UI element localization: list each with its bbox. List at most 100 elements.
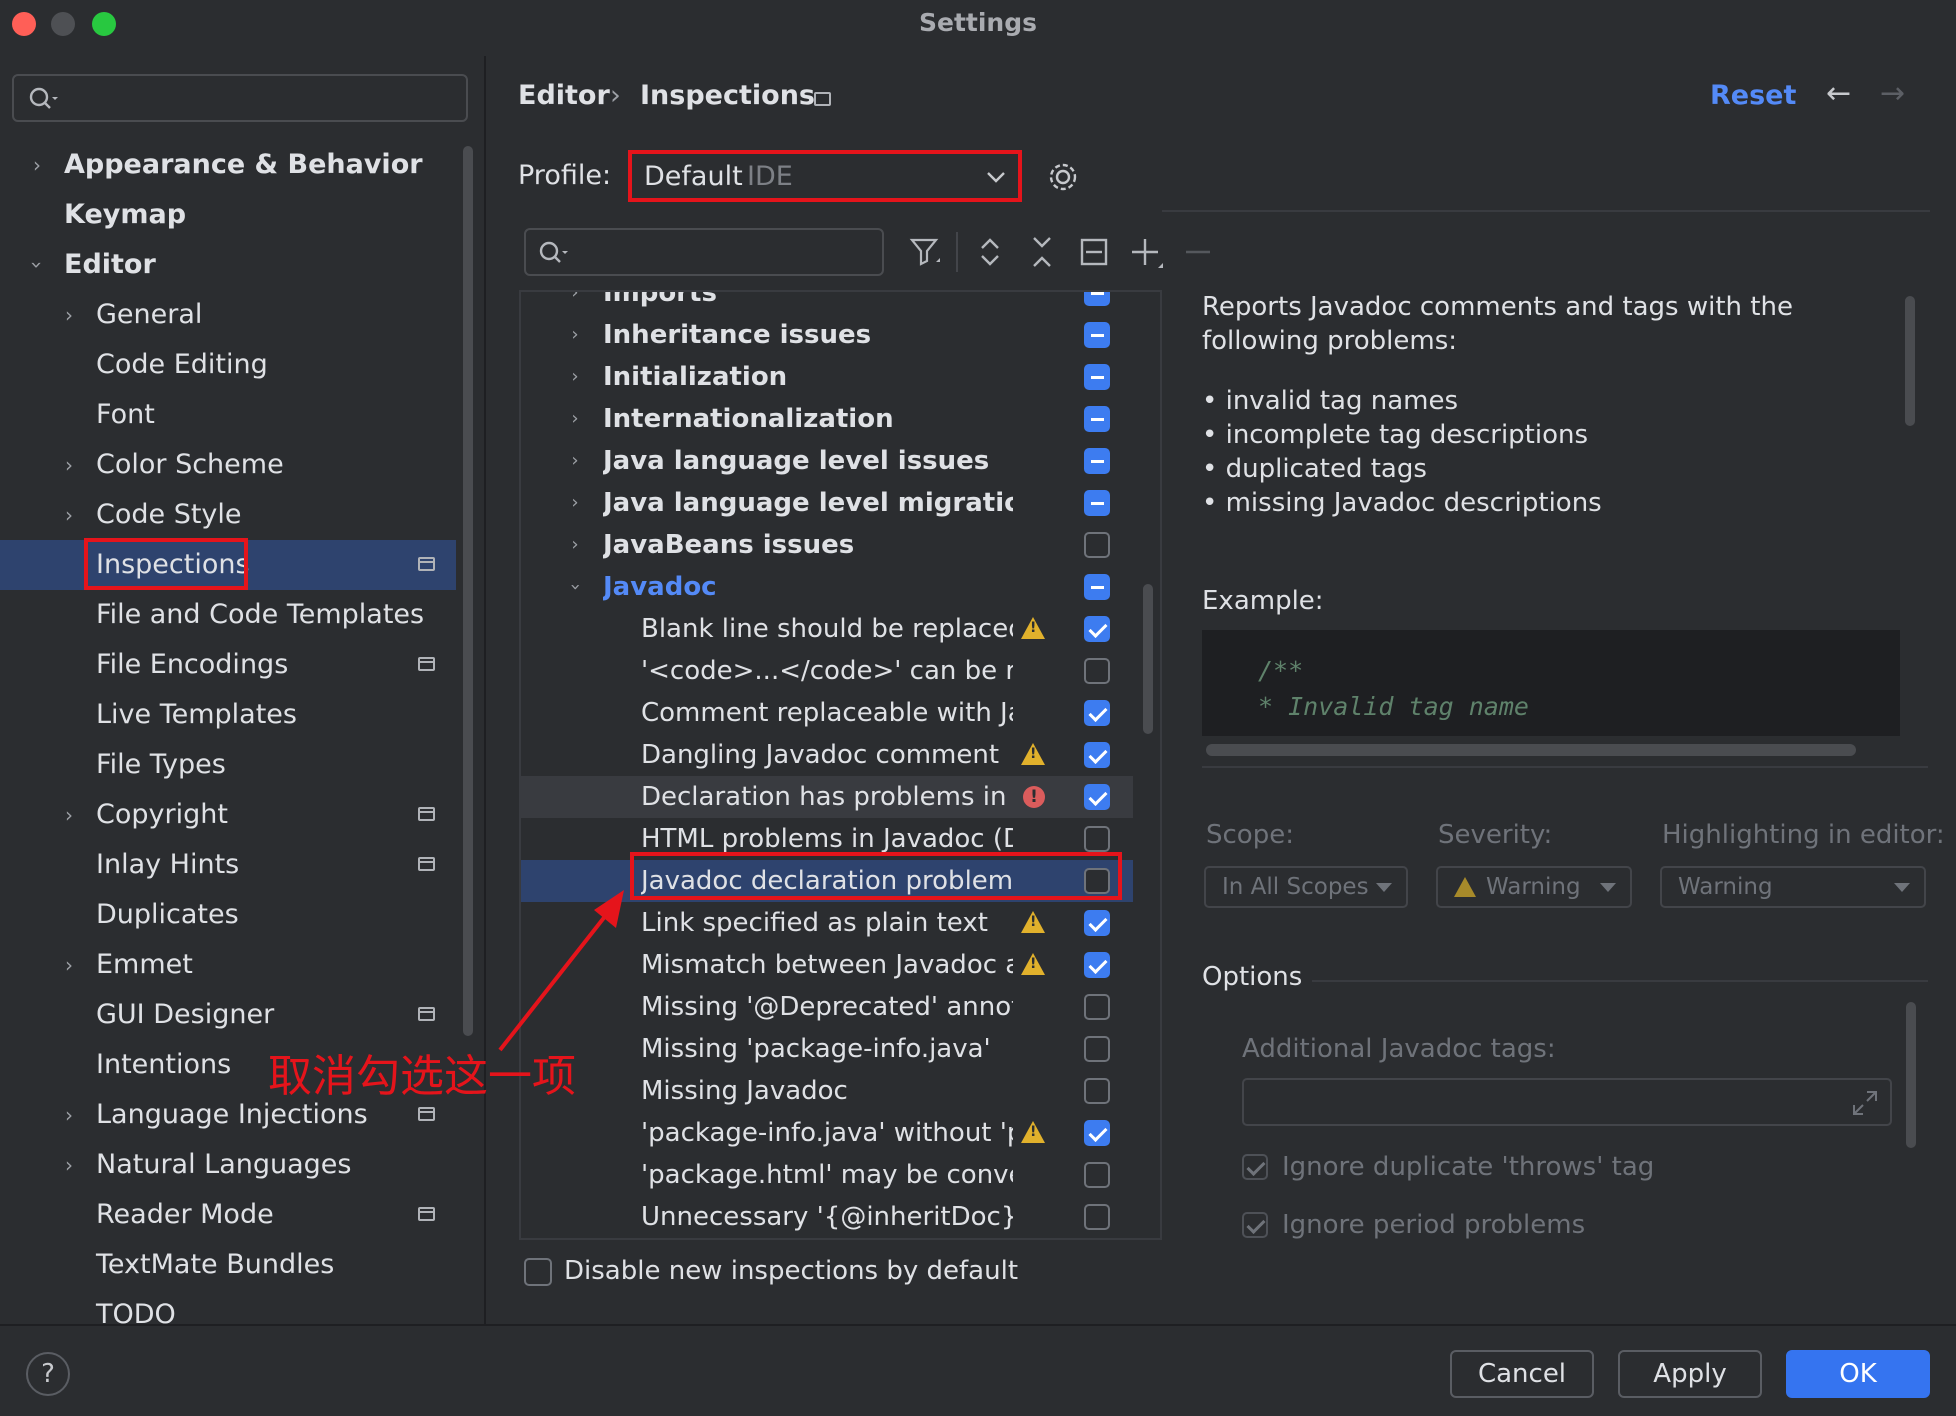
inspection-checkbox[interactable] (1084, 994, 1110, 1020)
sidebar-item-emmet[interactable]: › Emmet (0, 940, 456, 990)
inspection-item[interactable]: 'package.html' may be converted to 'pack… (521, 1154, 1141, 1196)
sidebar-item-appearance-behavior[interactable]: › Appearance & Behavior (0, 140, 456, 190)
inspections-search-input[interactable] (524, 228, 884, 276)
breadcrumb-parent[interactable]: Editor (518, 80, 610, 111)
add-icon[interactable] (1128, 234, 1168, 274)
inspection-checkbox[interactable] (1084, 448, 1110, 474)
options-scrollbar[interactable] (1906, 1002, 1916, 1148)
close-window-button[interactable] (12, 12, 36, 36)
sidebar-item-code-style[interactable]: › Code Style (0, 490, 456, 540)
remove-icon[interactable] (1180, 234, 1216, 270)
sidebar-item-label: Inlay Hints (96, 849, 240, 880)
sidebar-item-copyright[interactable]: › Copyright (0, 790, 456, 840)
sidebar-item-inspections[interactable]: Inspections (0, 540, 456, 590)
inspection-checkbox[interactable] (1084, 292, 1110, 306)
inspection-group-javadoc[interactable]: › Javadoc (521, 566, 1141, 608)
help-button[interactable]: ? (26, 1352, 70, 1396)
cancel-button[interactable]: Cancel (1450, 1350, 1594, 1398)
inspection-item[interactable]: Blank line should be replaced with <p> (521, 608, 1141, 650)
inspection-checkbox[interactable] (1084, 910, 1110, 936)
inspection-item[interactable]: Missing Javadoc (521, 1070, 1141, 1112)
inspections-scrollbar[interactable] (1143, 584, 1153, 734)
inspection-checkbox[interactable] (1084, 616, 1110, 642)
inspection-checkbox[interactable] (1084, 952, 1110, 978)
filter-icon[interactable] (908, 234, 944, 270)
sidebar-item-todo[interactable]: TODO (0, 1290, 456, 1324)
expand-icon[interactable] (1850, 1088, 1880, 1118)
inspection-item[interactable]: Unnecessary '{@inheritDoc}' Javadoc comm… (521, 1196, 1141, 1238)
inspection-checkbox[interactable] (1084, 322, 1110, 348)
inspection-label: Unnecessary '{@inheritDoc}' Javadoc comm… (641, 1202, 1013, 1232)
sidebar-item-duplicates[interactable]: Duplicates (0, 890, 456, 940)
sidebar-item-keymap[interactable]: Keymap (0, 190, 456, 240)
sidebar-item-font[interactable]: Font (0, 390, 456, 440)
pane-divider[interactable] (484, 56, 486, 1324)
scope-dropdown[interactable]: In All Scopes (1204, 866, 1408, 908)
inspection-checkbox[interactable] (1084, 700, 1110, 726)
inspection-group-initialization[interactable]: › Initialization (521, 356, 1141, 398)
inspection-group-javabeans[interactable]: › JavaBeans issues (521, 524, 1141, 566)
profile-dropdown[interactable]: Default IDE (632, 152, 1020, 202)
expand-all-icon[interactable] (972, 234, 1008, 270)
sidebar-item-general[interactable]: › General (0, 290, 456, 340)
inspection-checkbox[interactable] (1084, 490, 1110, 516)
inspection-group-inheritance[interactable]: › Inheritance issues (521, 314, 1141, 356)
inspection-checkbox[interactable] (1084, 1120, 1110, 1146)
back-arrow-icon[interactable]: ← (1826, 76, 1851, 111)
inspection-item[interactable]: Declaration has problems in Javadoc refe… (521, 776, 1133, 818)
inspection-group-java-migration[interactable]: › Java language level migration aids (521, 482, 1141, 524)
inspection-checkbox[interactable] (1084, 784, 1110, 810)
inspection-checkbox[interactable] (1084, 1036, 1110, 1062)
inspection-group-i18n[interactable]: › Internationalization (521, 398, 1141, 440)
inspection-checkbox[interactable] (1084, 406, 1110, 432)
forward-arrow-icon[interactable]: → (1880, 76, 1905, 111)
inspection-checkbox[interactable] (1084, 868, 1110, 894)
sidebar-item-editor[interactable]: › Editor (0, 240, 456, 290)
inspection-checkbox[interactable] (1084, 1162, 1110, 1188)
inspection-checkbox[interactable] (1084, 1204, 1110, 1230)
sidebar-item-code-editing[interactable]: Code Editing (0, 340, 456, 390)
sidebar-item-inlay-hints[interactable]: Inlay Hints (0, 840, 456, 890)
severity-dropdown[interactable]: Warning (1436, 866, 1632, 908)
minimize-window-button[interactable] (51, 12, 75, 36)
sidebar-item-gui-designer[interactable]: GUI Designer (0, 990, 456, 1040)
sidebar-item-color-scheme[interactable]: › Color Scheme (0, 440, 456, 490)
inspection-item[interactable]: HTML problems in Javadoc (DocLint) (521, 818, 1141, 860)
inspection-group-java-level[interactable]: › Java language level issues (521, 440, 1141, 482)
inspection-item[interactable]: Comment replaceable with Javadoc (521, 692, 1141, 734)
inspection-checkbox[interactable] (1084, 826, 1110, 852)
inspection-checkbox[interactable] (1084, 742, 1110, 768)
inspection-item[interactable]: Dangling Javadoc comment (521, 734, 1141, 776)
zoom-window-button[interactable] (92, 12, 116, 36)
inspection-item[interactable]: '<code>...</code>' can be replaced with … (521, 650, 1141, 692)
reset-link[interactable]: Reset (1710, 80, 1796, 111)
inspection-checkbox[interactable] (1084, 1078, 1110, 1104)
sidebar-item-reader-mode[interactable]: Reader Mode (0, 1190, 456, 1240)
sidebar-item-file-encodings[interactable]: File Encodings (0, 640, 456, 690)
inspection-checkbox[interactable] (1084, 658, 1110, 684)
collapse-all-icon[interactable] (1024, 234, 1060, 270)
sidebar-item-textmate-bundles[interactable]: TextMate Bundles (0, 1240, 456, 1290)
profile-scope: IDE (747, 161, 793, 192)
description-scrollbar[interactable] (1905, 296, 1915, 426)
sidebar-item-file-types[interactable]: File Types (0, 740, 456, 790)
ignore-throws-checkbox[interactable] (1242, 1154, 1268, 1180)
apply-button[interactable]: Apply (1618, 1350, 1762, 1398)
inspection-checkbox[interactable] (1084, 574, 1110, 600)
inspection-group-imports[interactable]: › Imports (521, 292, 1141, 314)
ignore-period-checkbox[interactable] (1242, 1212, 1268, 1238)
disable-new-inspections-checkbox[interactable] (524, 1258, 552, 1286)
inspection-item[interactable]: 'package-info.java' without 'package' st… (521, 1112, 1141, 1154)
sidebar-item-natural-languages[interactable]: › Natural Languages (0, 1140, 456, 1190)
code-horizontal-scrollbar[interactable] (1206, 744, 1856, 756)
gear-icon[interactable] (1046, 160, 1080, 194)
inspection-checkbox[interactable] (1084, 364, 1110, 390)
inspection-checkbox[interactable] (1084, 532, 1110, 558)
reset-to-default-icon[interactable] (1076, 234, 1112, 270)
sidebar-search-input[interactable] (12, 74, 468, 122)
ok-button[interactable]: OK (1786, 1350, 1930, 1398)
highlighting-dropdown[interactable]: Warning (1660, 866, 1926, 908)
sidebar-item-live-templates[interactable]: Live Templates (0, 690, 456, 740)
sidebar-item-file-code-templates[interactable]: File and Code Templates (0, 590, 456, 640)
additional-tags-input[interactable] (1242, 1078, 1892, 1126)
